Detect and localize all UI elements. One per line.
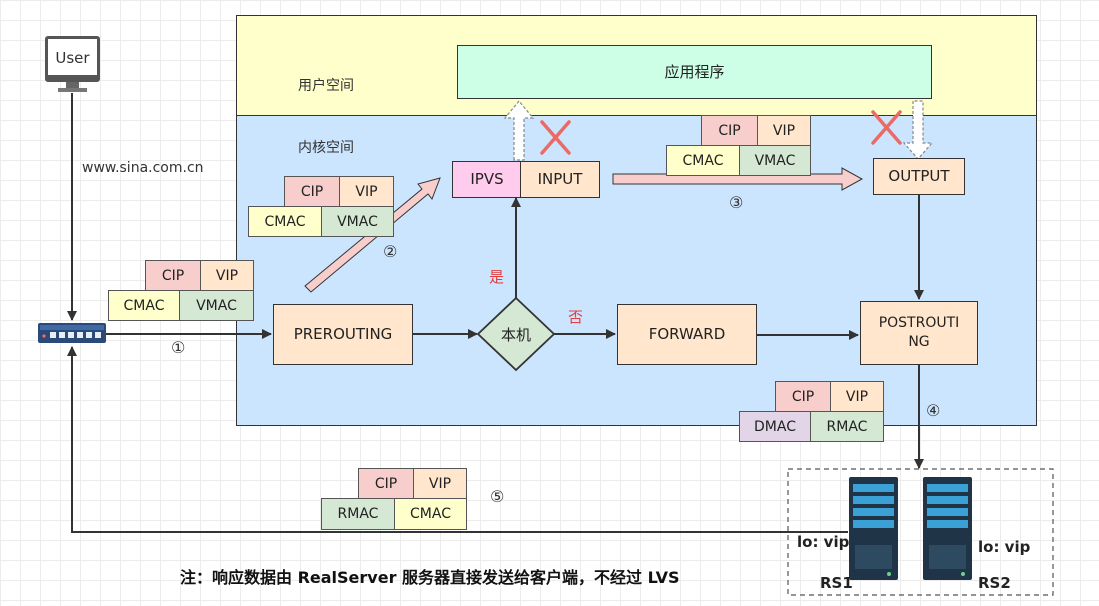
yes-label: 是 bbox=[489, 268, 505, 286]
cross-icon-output bbox=[871, 110, 902, 145]
prerouting-box: PREROUTING bbox=[273, 304, 413, 365]
rs1-lo-label: lo: vip bbox=[797, 533, 850, 551]
postrouting-label-line1: POSTROUTI bbox=[878, 315, 960, 332]
packet-cell: VIP bbox=[339, 176, 394, 207]
packet-cell: CMAC bbox=[666, 145, 740, 176]
packet-cell: CMAC bbox=[108, 290, 180, 321]
step-3-label: ③ bbox=[729, 193, 744, 212]
step-1-label: ① bbox=[171, 338, 186, 357]
output-box: OUTPUT bbox=[873, 158, 965, 195]
packet-cell: VIP bbox=[200, 260, 254, 291]
forward-box: FORWARD bbox=[617, 304, 757, 365]
packet-cell: VIP bbox=[757, 115, 811, 146]
rs1-name-label: RS1 bbox=[820, 574, 853, 592]
blocked-arrow-up bbox=[503, 100, 535, 161]
step-2-label: ② bbox=[383, 242, 398, 261]
packet-cell: CIP bbox=[358, 468, 414, 499]
input-box: INPUT bbox=[520, 161, 600, 198]
url-label: www.sina.com.cn bbox=[82, 160, 204, 176]
blocked-arrow-down bbox=[902, 100, 934, 160]
packet-cell: VMAC bbox=[739, 145, 811, 176]
cross-icon-input bbox=[540, 120, 571, 155]
packet-cell: CIP bbox=[701, 115, 758, 146]
packet-cell: CMAC bbox=[248, 206, 322, 237]
rs2-name-label: RS2 bbox=[978, 574, 1011, 592]
no-label: 否 bbox=[568, 308, 584, 326]
packet-cell: CIP bbox=[145, 260, 201, 291]
packet-cell: VMAC bbox=[321, 206, 394, 237]
postrouting-box: POSTROUTI NG bbox=[860, 301, 978, 365]
packet-cell: VIP bbox=[830, 381, 884, 412]
server-icon-rs1 bbox=[849, 477, 898, 580]
server-icon-rs2 bbox=[923, 477, 972, 580]
note-text: 注：响应数据由 RealServer 服务器直接发送给客户端，不经过 LVS bbox=[180, 568, 680, 587]
user-label: User bbox=[55, 49, 90, 67]
packet-cell: RMAC bbox=[810, 411, 884, 442]
postrouting-label-line2: NG bbox=[908, 334, 930, 350]
packet-cell: DMAC bbox=[739, 411, 811, 442]
ipvs-box: IPVS bbox=[452, 161, 522, 198]
packet-cell: RMAC bbox=[321, 498, 395, 530]
packet-cell: VIP bbox=[413, 468, 467, 499]
local-decision-label: 本机 bbox=[500, 326, 531, 344]
packet-cell: CMAC bbox=[394, 498, 467, 530]
packet-cell: CIP bbox=[284, 176, 340, 207]
switch-icon bbox=[38, 323, 106, 343]
step-4-label: ④ bbox=[926, 401, 941, 420]
step-5-label: ⑤ bbox=[490, 487, 505, 506]
packet-cell: VMAC bbox=[179, 290, 254, 321]
packet-cell: CIP bbox=[775, 381, 831, 412]
rs2-lo-label: lo: vip bbox=[978, 538, 1031, 556]
